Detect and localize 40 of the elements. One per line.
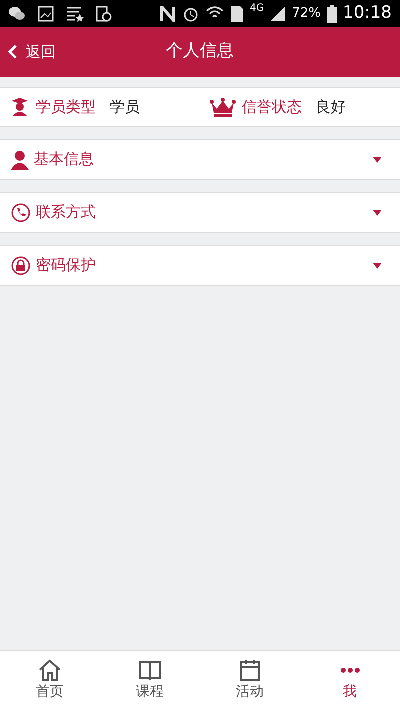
book-icon [137,658,163,682]
clock-time: 10:18 [343,2,392,25]
info-label: 学员类型 [36,96,96,118]
info-value: 学员 [110,96,140,118]
lock-icon [11,256,31,276]
section-row[interactable]: 基本信息 [0,139,400,180]
chat-icon [8,6,26,22]
sim-icon [230,4,244,22]
nav-tab[interactable]: 我 [300,651,400,710]
caret-down-icon [373,210,382,216]
home-icon [37,658,63,682]
phone-icon [11,202,31,222]
page-title: 个人信息 [166,40,234,64]
battery-icon [327,4,337,22]
calendar-star-icon [66,6,84,22]
section-label: 联系方式 [36,202,96,224]
nfc-icon [160,6,176,22]
crown-icon [210,97,236,117]
network-type: 4G [250,2,264,16]
clock-tablet-icon [96,6,112,22]
back-button[interactable]: 返回 [0,40,56,64]
battery-percent: 72% [292,4,321,23]
section-label: 密码保护 [36,255,96,276]
info-value: 良好 [316,96,346,118]
section-label: 基本信息 [34,149,94,170]
chevron-left-icon [8,44,18,60]
section-row[interactable]: 联系方式 [0,192,400,233]
caret-down-icon [373,262,382,268]
signal-icon [270,6,286,22]
caret-down-icon [373,156,382,162]
nav-tab[interactable]: 课程 [100,651,200,710]
more-icon [340,668,360,672]
info-label: 信誉状态 [242,96,302,118]
nav-tab[interactable]: 首页 [0,651,100,710]
calendar-icon [237,658,263,682]
nav-tab[interactable]: 活动 [200,651,300,710]
section-row[interactable]: 密码保护 [0,245,400,286]
student-icon [10,97,30,117]
person-icon [11,150,29,170]
image-icon [38,6,54,22]
